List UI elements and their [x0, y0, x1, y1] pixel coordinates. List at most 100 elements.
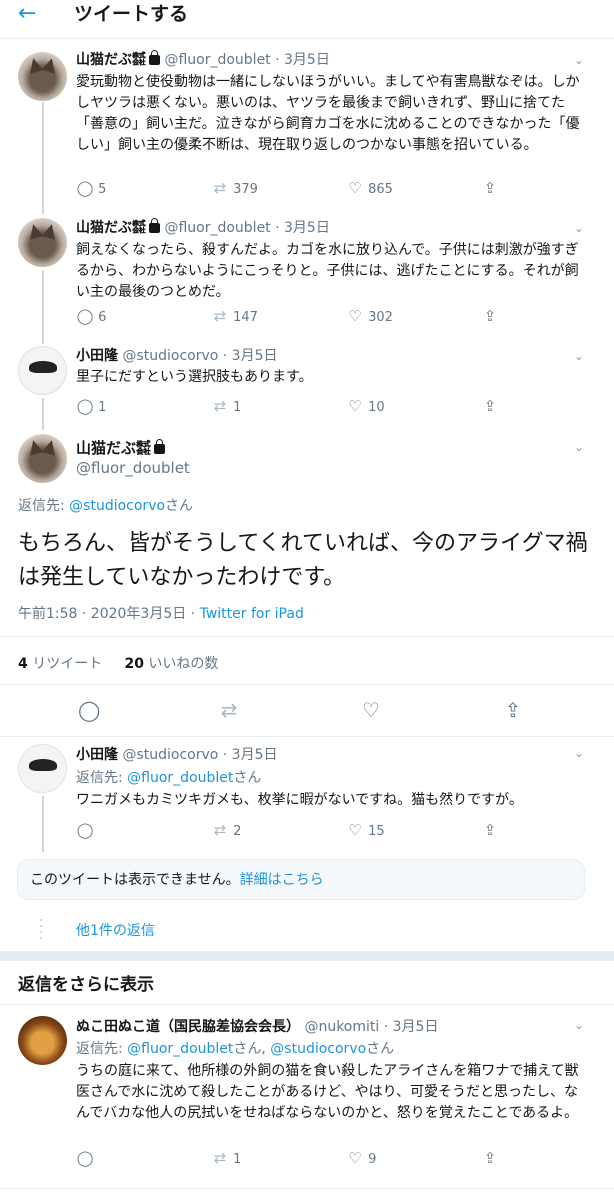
author-handle[interactable]: @fluor_doublet	[164, 52, 270, 68]
avatar[interactable]	[18, 218, 67, 267]
tweet-text: 愛玩動物と使役動物は一緒にしないほうがいい。ましてや有害鳥獣なぞは。しかしヤツラ…	[76, 74, 580, 153]
retweet-icon: ⇄	[213, 397, 227, 415]
share-icon[interactable]: ⇪	[504, 698, 522, 722]
share-button[interactable]: ⇪	[481, 1148, 499, 1170]
retweet-icon[interactable]: ⇄	[220, 698, 238, 722]
retweet-stat[interactable]: 4 リツイート	[18, 656, 102, 672]
author-name[interactable]: 山猫だぶ㍿	[76, 52, 146, 68]
tweet-header: ぬこ田ぬこ道（国民脇差協会会長） @nukomiti · 3月5日	[76, 1018, 438, 1036]
author-name[interactable]: ぬこ田ぬこ道（国民脇差協会会長）	[76, 1019, 300, 1035]
chevron-down-icon[interactable]: ⌄	[574, 53, 584, 67]
chevron-down-icon[interactable]: ⌄	[574, 1018, 584, 1032]
retweet-icon: ⇄	[213, 1149, 227, 1167]
author-handle[interactable]: @nukomiti	[304, 1019, 379, 1035]
lock-icon	[149, 50, 160, 65]
mention-link[interactable]: @studiocorvo	[69, 498, 165, 514]
dotted-thread-line	[40, 917, 42, 943]
mention-link[interactable]: @fluor_doublet	[127, 770, 233, 786]
lock-icon	[149, 218, 160, 233]
like-stat[interactable]: 20 いいねの数	[124, 656, 218, 672]
tweet-header: 山猫だぶ㍿ @fluor_doublet · 3月5日	[76, 218, 330, 237]
tweet-actions: ◯ 1 ⇄ 1 ♡ 10 ⇪	[76, 396, 516, 416]
tweet-actions: ◯ ⇄ 1 ♡ 9 ⇪	[76, 1148, 516, 1168]
divider	[0, 1188, 614, 1189]
author-name[interactable]: 小田隆	[76, 348, 118, 364]
share-icon: ⇪	[483, 397, 497, 415]
retweet-count: 1	[233, 1152, 242, 1167]
retweet-button[interactable]: ⇄ 147	[211, 306, 258, 328]
show-more-replies-link[interactable]: 他1件の返信	[76, 920, 155, 940]
like-count: 9	[368, 1152, 377, 1167]
divider	[0, 736, 614, 737]
section-divider	[0, 951, 614, 961]
avatar[interactable]	[18, 346, 67, 395]
avatar[interactable]	[18, 744, 67, 793]
retweet-button[interactable]: ⇄ 1	[211, 1148, 242, 1170]
author-name[interactable]: 山猫だぶ㍿	[76, 220, 146, 236]
avatar[interactable]	[18, 1016, 67, 1065]
tweet-stats: 4 リツイート 20 いいねの数	[18, 653, 218, 673]
thread-line	[42, 398, 44, 430]
retweet-button[interactable]: ⇄ 1	[211, 396, 242, 418]
details-link[interactable]: 詳細はこちら	[240, 872, 324, 888]
avatar[interactable]	[18, 52, 67, 101]
reply-count: 1	[98, 400, 107, 415]
reply-button[interactable]: ◯ 1	[76, 396, 107, 418]
reply-icon: ◯	[76, 397, 94, 415]
author-name[interactable]: 小田隆	[76, 747, 118, 763]
reply-icon: ◯	[76, 307, 94, 325]
reply-button[interactable]: ◯ 6	[76, 306, 107, 328]
share-button[interactable]: ⇪	[481, 306, 499, 328]
thread-line	[42, 102, 44, 214]
heart-icon[interactable]: ♡	[362, 698, 380, 722]
retweet-button[interactable]: ⇄ 379	[211, 178, 258, 200]
like-button[interactable]: ♡ 865	[346, 178, 393, 200]
author-handle[interactable]: @fluor_doublet	[164, 220, 270, 236]
tweet-date[interactable]: · 3月5日	[223, 747, 278, 763]
avatar[interactable]	[18, 434, 67, 483]
reply-button[interactable]: ◯ 5	[76, 178, 107, 200]
arrow-left-icon[interactable]: ←	[18, 2, 36, 26]
tweet-text: 飼えなくなったら、殺すんだよ。カゴを水に放り込んで。子供には刺激が強すぎるから、…	[76, 242, 579, 300]
author-handle[interactable]: @studiocorvo	[122, 747, 218, 763]
heart-icon: ♡	[348, 179, 362, 197]
chevron-down-icon[interactable]: ⌄	[574, 440, 584, 454]
reply-button[interactable]: ◯	[76, 820, 94, 842]
unavailable-tweet-notice: このツイートは表示できません。詳細はこちら	[17, 859, 585, 900]
share-icon: ⇪	[483, 1149, 497, 1167]
reply-context: 返信先: @studiocorvoさん	[18, 498, 194, 514]
author-handle[interactable]: @studiocorvo	[122, 348, 218, 364]
like-count: 865	[368, 182, 393, 197]
like-count: 15	[368, 824, 385, 839]
author-name[interactable]: 山猫だぶ㍿	[76, 437, 166, 458]
like-button[interactable]: ♡ 10	[346, 396, 384, 418]
lock-icon	[154, 439, 166, 454]
tweet-header: 山猫だぶ㍿ @fluor_doublet · 3月5日	[76, 50, 330, 69]
source-link[interactable]: Twitter for iPad	[200, 606, 304, 622]
mention-link[interactable]: @fluor_doublet	[127, 1041, 233, 1057]
reply-button[interactable]: ◯	[76, 1148, 94, 1170]
mention-link[interactable]: @studiocorvo	[270, 1041, 366, 1057]
tweet-date[interactable]: · 3月5日	[275, 52, 330, 68]
tweet-date[interactable]: · 3月5日	[223, 348, 278, 364]
share-button[interactable]: ⇪	[481, 396, 499, 418]
like-button[interactable]: ♡ 9	[346, 1148, 376, 1170]
chevron-down-icon[interactable]: ⌄	[574, 349, 584, 363]
tweet-date[interactable]: · 3月5日	[275, 220, 330, 236]
retweet-button[interactable]: ⇄ 2	[211, 820, 242, 842]
divider	[0, 1004, 614, 1005]
author-handle[interactable]: @fluor_doublet	[76, 459, 190, 477]
reply-icon[interactable]: ◯	[78, 698, 100, 722]
divider	[0, 38, 614, 39]
tweet-text: 里子にだすという選択肢もあります。	[76, 369, 313, 385]
share-button[interactable]: ⇪	[481, 178, 499, 200]
chevron-down-icon[interactable]: ⌄	[574, 221, 584, 235]
tweet-date[interactable]: · 3月5日	[384, 1019, 439, 1035]
like-button[interactable]: ♡ 15	[346, 820, 385, 842]
reply-count: 6	[98, 310, 107, 325]
like-button[interactable]: ♡ 302	[346, 306, 393, 328]
chevron-down-icon[interactable]: ⌄	[574, 746, 584, 760]
share-button[interactable]: ⇪	[481, 820, 499, 842]
tweet-timestamp: 午前1:58 · 2020年3月5日 · Twitter for iPad	[18, 606, 304, 622]
share-icon: ⇪	[483, 307, 497, 325]
